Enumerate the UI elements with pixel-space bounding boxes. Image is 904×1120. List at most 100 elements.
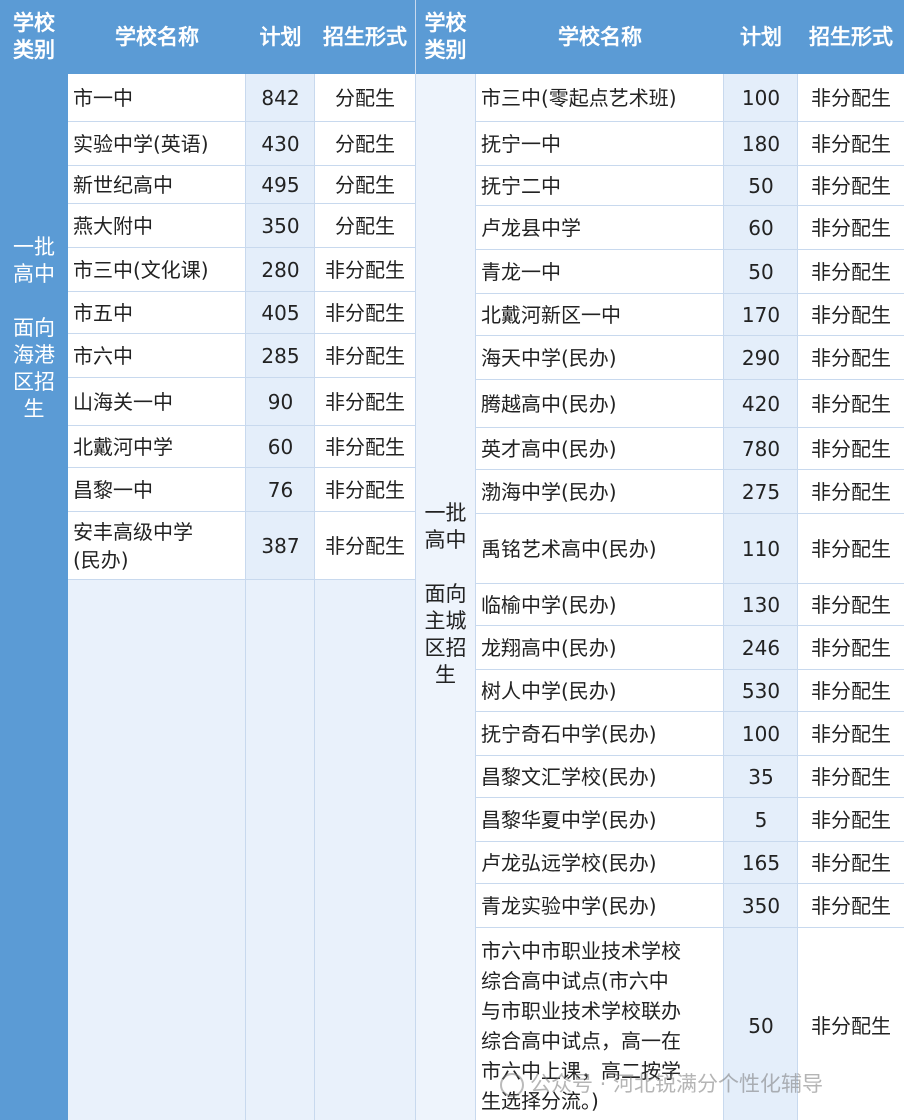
- left-row-3-plan-text: 350: [261, 214, 300, 238]
- left-row-9-name: 昌黎一中: [68, 468, 246, 512]
- right-row-15-form-text: 非分配生: [811, 765, 891, 789]
- right-row-6-plan: 290: [724, 336, 798, 380]
- right-row-7-plan: 420: [724, 380, 798, 428]
- left-row-5-plan: 405: [246, 292, 315, 334]
- right-row-9-name-text: 渤海中学(民办): [481, 480, 617, 504]
- right-row-13-plan-text: 530: [741, 679, 781, 703]
- right-row-6-name: 海天中学(民办): [476, 336, 724, 380]
- left-row-3-form: 分配生: [315, 204, 415, 248]
- right-row-12-form: 非分配生: [798, 626, 904, 670]
- left-row-1-plan: 430: [246, 122, 315, 166]
- right-row-9-name: 渤海中学(民办): [476, 470, 724, 514]
- right-row-1-name-text: 抚宁一中: [481, 132, 561, 156]
- right-row-15-name-text: 昌黎文汇学校(民办): [481, 765, 657, 789]
- right-row-17-plan: 165: [724, 842, 798, 884]
- right-row-11-form-text: 非分配生: [811, 593, 891, 617]
- right-row-7-form: 非分配生: [798, 380, 904, 428]
- wechat-icon: [500, 1073, 524, 1097]
- left-row-0-name-text: 市一中: [73, 86, 133, 110]
- right-row-16-plan: 5: [724, 798, 798, 842]
- right-row-19-form-text: 非分配生: [811, 1014, 891, 1038]
- right-row-13-name: 树人中学(民办): [476, 670, 724, 712]
- left-row-0-name: 市一中: [68, 74, 246, 122]
- right-row-3-name-text: 卢龙县中学: [481, 216, 581, 240]
- right-row-18-name-text: 青龙实验中学(民办): [481, 894, 657, 918]
- left-row-8-form: 非分配生: [315, 426, 415, 468]
- grid-line: [415, 0, 416, 1120]
- left-row-2-name-text: 新世纪高中: [73, 173, 173, 197]
- right-row-11-name: 临榆中学(民办): [476, 584, 724, 626]
- right-row-13-plan: 530: [724, 670, 798, 712]
- left-row-6-plan-text: 285: [261, 344, 300, 368]
- left-row-1-name: 实验中学(英语): [68, 122, 246, 166]
- right-row-14-plan-text: 100: [741, 722, 781, 746]
- header-plan-right: 计划: [724, 0, 798, 74]
- left-row-3-name: 燕大附中: [68, 204, 246, 248]
- left-row-10-plan-text: 387: [261, 534, 300, 558]
- right-row-10-name-text: 禹铭艺术高中(民办): [481, 537, 657, 561]
- right-row-5-form: 非分配生: [798, 294, 904, 336]
- left-row-4-form: 非分配生: [315, 248, 415, 292]
- right-row-2-name: 抚宁二中: [476, 166, 724, 206]
- right-row-6-plan-text: 290: [741, 346, 781, 370]
- right-row-16-form: 非分配生: [798, 798, 904, 842]
- right-row-4-form-text: 非分配生: [811, 260, 891, 284]
- right-row-8-form: 非分配生: [798, 428, 904, 470]
- right-row-4-plan-text: 50: [748, 260, 774, 284]
- grid-line: [314, 74, 315, 1120]
- right-row-7-form-text: 非分配生: [811, 392, 891, 416]
- right-row-1-form-text: 非分配生: [811, 132, 891, 156]
- left-row-7-form: 非分配生: [315, 378, 415, 426]
- right-row-10-plan-text: 110: [741, 537, 781, 561]
- right-category: 一批高中 面向主城区招生: [415, 74, 476, 1120]
- left-row-4-name-text: 市三中(文化课): [73, 258, 209, 282]
- left-row-8-name: 北戴河中学: [68, 426, 246, 468]
- right-row-0-form-text: 非分配生: [811, 86, 891, 110]
- grid-line: [797, 74, 798, 1120]
- right-row-16-plan-text: 5: [754, 808, 768, 832]
- left-row-4-plan: 280: [246, 248, 315, 292]
- left-row-2-plan-text: 495: [261, 173, 300, 197]
- watermark: 公众号 · 河北锐满分个性化辅导: [500, 1068, 823, 1098]
- left-row-0-plan-text: 842: [261, 86, 300, 110]
- left-row-2-form: 分配生: [315, 166, 415, 204]
- right-row-14-form-text: 非分配生: [811, 722, 891, 746]
- right-row-10-plan: 110: [724, 514, 798, 584]
- right-row-7-name: 腾越高中(民办): [476, 380, 724, 428]
- left-row-3-form-text: 分配生: [335, 214, 395, 238]
- left-row-4-name: 市三中(文化课): [68, 248, 246, 292]
- left-row-9-name-text: 昌黎一中: [73, 478, 153, 502]
- header-form-right-text: 招生形式: [809, 25, 893, 49]
- right-row-5-name: 北戴河新区一中: [476, 294, 724, 336]
- left-row-5-name-text: 市五中: [73, 301, 133, 325]
- right-row-15-form: 非分配生: [798, 756, 904, 798]
- right-row-8-form-text: 非分配生: [811, 437, 891, 461]
- right-row-2-name-text: 抚宁二中: [481, 174, 561, 198]
- left-row-7-name: 山海关一中: [68, 378, 246, 426]
- header-school-name-right: 学校名称: [476, 0, 724, 74]
- right-row-4-name: 青龙一中: [476, 250, 724, 294]
- right-row-3-form: 非分配生: [798, 206, 904, 250]
- header-school-name-left: 学校名称: [68, 0, 246, 74]
- right-row-2-plan-text: 50: [748, 174, 774, 198]
- right-row-1-plan: 180: [724, 122, 798, 166]
- right-row-6-form: 非分配生: [798, 336, 904, 380]
- grid-line: [475, 74, 476, 1120]
- right-row-9-plan: 275: [724, 470, 798, 514]
- left-empty-area: [68, 580, 415, 1120]
- right-row-10-name: 禹铭艺术高中(民办): [476, 514, 724, 584]
- left-row-10-plan: 387: [246, 512, 315, 580]
- right-row-14-name-text: 抚宁奇石中学(民办): [481, 722, 657, 746]
- right-row-14-name: 抚宁奇石中学(民办): [476, 712, 724, 756]
- left-row-9-form: 非分配生: [315, 468, 415, 512]
- right-row-0-plan-text: 100: [741, 86, 781, 110]
- right-row-7-plan-text: 420: [741, 392, 781, 416]
- left-row-4-plan-text: 280: [261, 258, 300, 282]
- right-row-3-plan: 60: [724, 206, 798, 250]
- header-form-right: 招生形式: [798, 0, 904, 74]
- left-row-10-form-text: 非分配生: [325, 534, 405, 558]
- left-row-3-plan: 350: [246, 204, 315, 248]
- right-row-7-name-text: 腾越高中(民办): [481, 392, 617, 416]
- right-row-18-name: 青龙实验中学(民办): [476, 884, 724, 928]
- header-category-left-text: 学校类别: [13, 11, 55, 62]
